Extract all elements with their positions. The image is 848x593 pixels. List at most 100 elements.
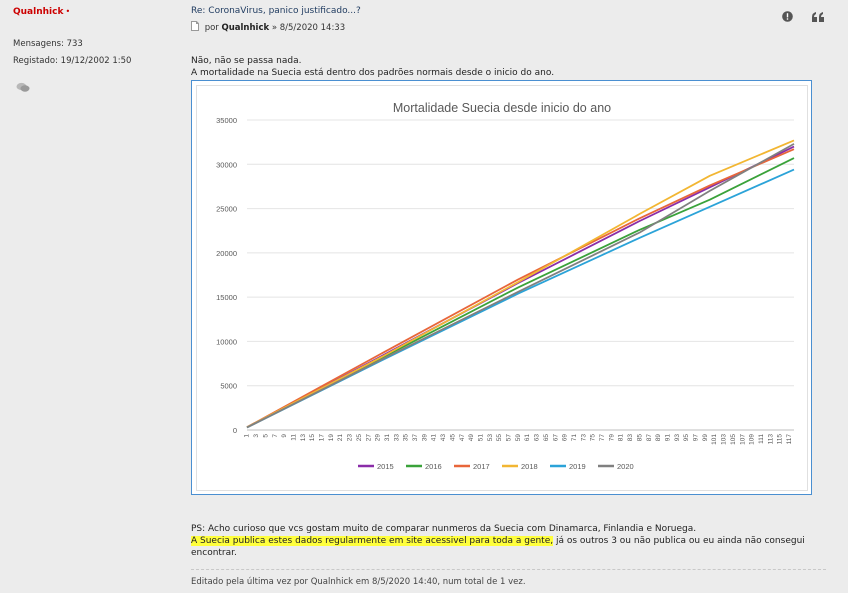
registered-label: Registado: (13, 56, 58, 66)
x-tick-label: 5 (262, 434, 269, 438)
x-tick-label: 81 (618, 434, 625, 442)
x-tick-label: 23 (347, 434, 354, 442)
x-tick-label: 19 (328, 434, 335, 442)
x-tick-label: 113 (767, 434, 774, 445)
y-tick-label: 35000 (216, 116, 237, 125)
x-tick-label: 9 (281, 434, 288, 438)
messages-label: Mensagens: (13, 39, 64, 49)
x-tick-label: 115 (777, 434, 784, 445)
post-line-2: A mortalidade na Suecia está dentro dos … (191, 68, 555, 78)
x-tick-label: 79 (608, 434, 615, 442)
x-tick-label: 71 (571, 434, 578, 442)
y-tick-label: 30000 (216, 160, 237, 169)
legend-label: 2020 (617, 462, 634, 471)
x-tick-label: 61 (524, 434, 531, 442)
x-tick-label: 109 (749, 434, 756, 445)
post-file-icon[interactable] (191, 21, 199, 34)
post-meta: por Qualnhick » 8/5/2020 14:33 (191, 21, 345, 34)
edit-separator (191, 569, 826, 570)
x-tick-label: 17 (319, 434, 326, 442)
legend-label: 2017 (473, 462, 490, 471)
x-tick-label: 51 (477, 434, 484, 442)
registered-value: 19/12/2002 1:50 (60, 56, 132, 66)
x-tick-label: 117 (786, 434, 793, 445)
chart-image: Mortalidade Suecia desde inicio do ano 0… (191, 80, 812, 495)
x-tick-label: 103 (721, 434, 728, 445)
x-tick-label: 11 (290, 434, 297, 441)
x-tick-label: 59 (515, 434, 522, 442)
legend-label: 2018 (521, 462, 538, 471)
x-tick-label: 35 (403, 434, 410, 442)
x-tick-label: 39 (421, 434, 428, 442)
ps-line-3: encontrar. (191, 548, 237, 558)
x-tick-label: 67 (552, 434, 559, 442)
x-tick-label: 7 (272, 434, 279, 438)
x-tick-label: 21 (337, 434, 344, 442)
x-tick-label: 83 (627, 434, 634, 442)
x-tick-label: 69 (562, 434, 569, 442)
x-tick-label: 89 (655, 434, 662, 442)
x-tick-label: 31 (384, 434, 391, 442)
ps-line-1: PS: Acho curioso que vcs gostam muito de… (191, 524, 697, 534)
x-tick-label: 105 (730, 434, 737, 445)
legend-label: 2016 (425, 462, 442, 471)
chart-area: Mortalidade Suecia desde inicio do ano 0… (196, 85, 808, 491)
chart-title: Mortalidade Suecia desde inicio do ano (393, 101, 611, 115)
x-tick-label: 41 (431, 434, 438, 442)
series-line-2018 (246, 139, 795, 429)
x-tick-label: 1 (244, 434, 251, 438)
x-tick-label: 27 (365, 434, 372, 442)
x-tick-label: 65 (543, 434, 550, 442)
online-status-dot: • (65, 7, 71, 16)
x-tick-label: 93 (674, 434, 681, 442)
ps-line-2-rest: já os outros 3 ou não publica ou eu aind… (553, 536, 805, 546)
y-axis-ticks: 0 5000 10000 15000 20000 25000 30000 35000 (216, 116, 237, 435)
ps-line-2: A Suecia publica estes dados regularment… (191, 536, 805, 546)
author-sidebar: Qualnhick • Mensagens: 733 Registado: 19/… (0, 0, 176, 593)
y-tick-label: 10000 (216, 337, 237, 346)
legend-label: 2019 (569, 462, 586, 471)
x-tick-label: 95 (683, 434, 690, 442)
x-tick-label: 53 (487, 434, 494, 442)
x-tick-label: 87 (646, 434, 653, 442)
x-tick-label: 13 (300, 434, 307, 442)
x-tick-label: 75 (590, 434, 597, 442)
edited-note: Editado pela última vez por Qualnhick em… (191, 577, 526, 587)
x-tick-label: 3 (253, 434, 260, 438)
x-tick-label: 49 (468, 434, 475, 442)
x-tick-label: 73 (580, 434, 587, 442)
meta-separator: » (271, 23, 278, 33)
report-icon[interactable] (782, 7, 793, 26)
y-tick-label: 25000 (216, 205, 237, 214)
quote-icon[interactable] (812, 7, 824, 26)
author-username[interactable]: Qualnhick • (13, 7, 70, 17)
post-title[interactable]: Re: CoronaVirus, panico justificado...? (191, 6, 361, 16)
mortality-line-chart: Mortalidade Suecia desde inicio do ano 0… (216, 101, 795, 471)
x-tick-label: 85 (636, 434, 643, 442)
x-tick-label: 33 (393, 434, 400, 442)
x-tick-label: 45 (449, 434, 456, 442)
chart-legend: 2015 2016 2017 2018 2019 2020 (358, 462, 634, 471)
x-tick-label: 15 (309, 434, 316, 442)
series-lines (246, 139, 795, 429)
highlighted-text: A Suecia publica estes dados regularment… (191, 536, 554, 546)
by-label: por (204, 23, 219, 33)
messages-value: 733 (66, 39, 83, 49)
y-tick-label: 20000 (216, 249, 237, 258)
messages-count: Mensagens: 733 (13, 39, 83, 49)
x-tick-label: 47 (459, 434, 466, 442)
speech-bubbles-icon[interactable] (16, 82, 30, 96)
x-tick-label: 101 (711, 434, 718, 445)
post-line-1: Não, não se passa nada. (191, 56, 302, 66)
x-tick-label: 107 (739, 434, 746, 445)
registered-date: Registado: 19/12/2002 1:50 (13, 56, 131, 66)
post-actions (768, 6, 824, 26)
x-tick-label: 77 (599, 434, 606, 442)
x-tick-label: 29 (375, 434, 382, 442)
post-body: Re: CoronaVirus, panico justificado...? … (176, 0, 848, 593)
x-axis-ticks: 1 3 5 7 9 11 13 15 17 19 21 23 25 27 29 31 33 35 37 39 41 43 4… (244, 434, 793, 445)
post-author-link[interactable]: Qualnhick (222, 23, 270, 33)
username-text[interactable]: Qualnhick (13, 7, 63, 17)
x-tick-label: 43 (440, 434, 447, 442)
x-tick-label: 97 (693, 434, 700, 442)
